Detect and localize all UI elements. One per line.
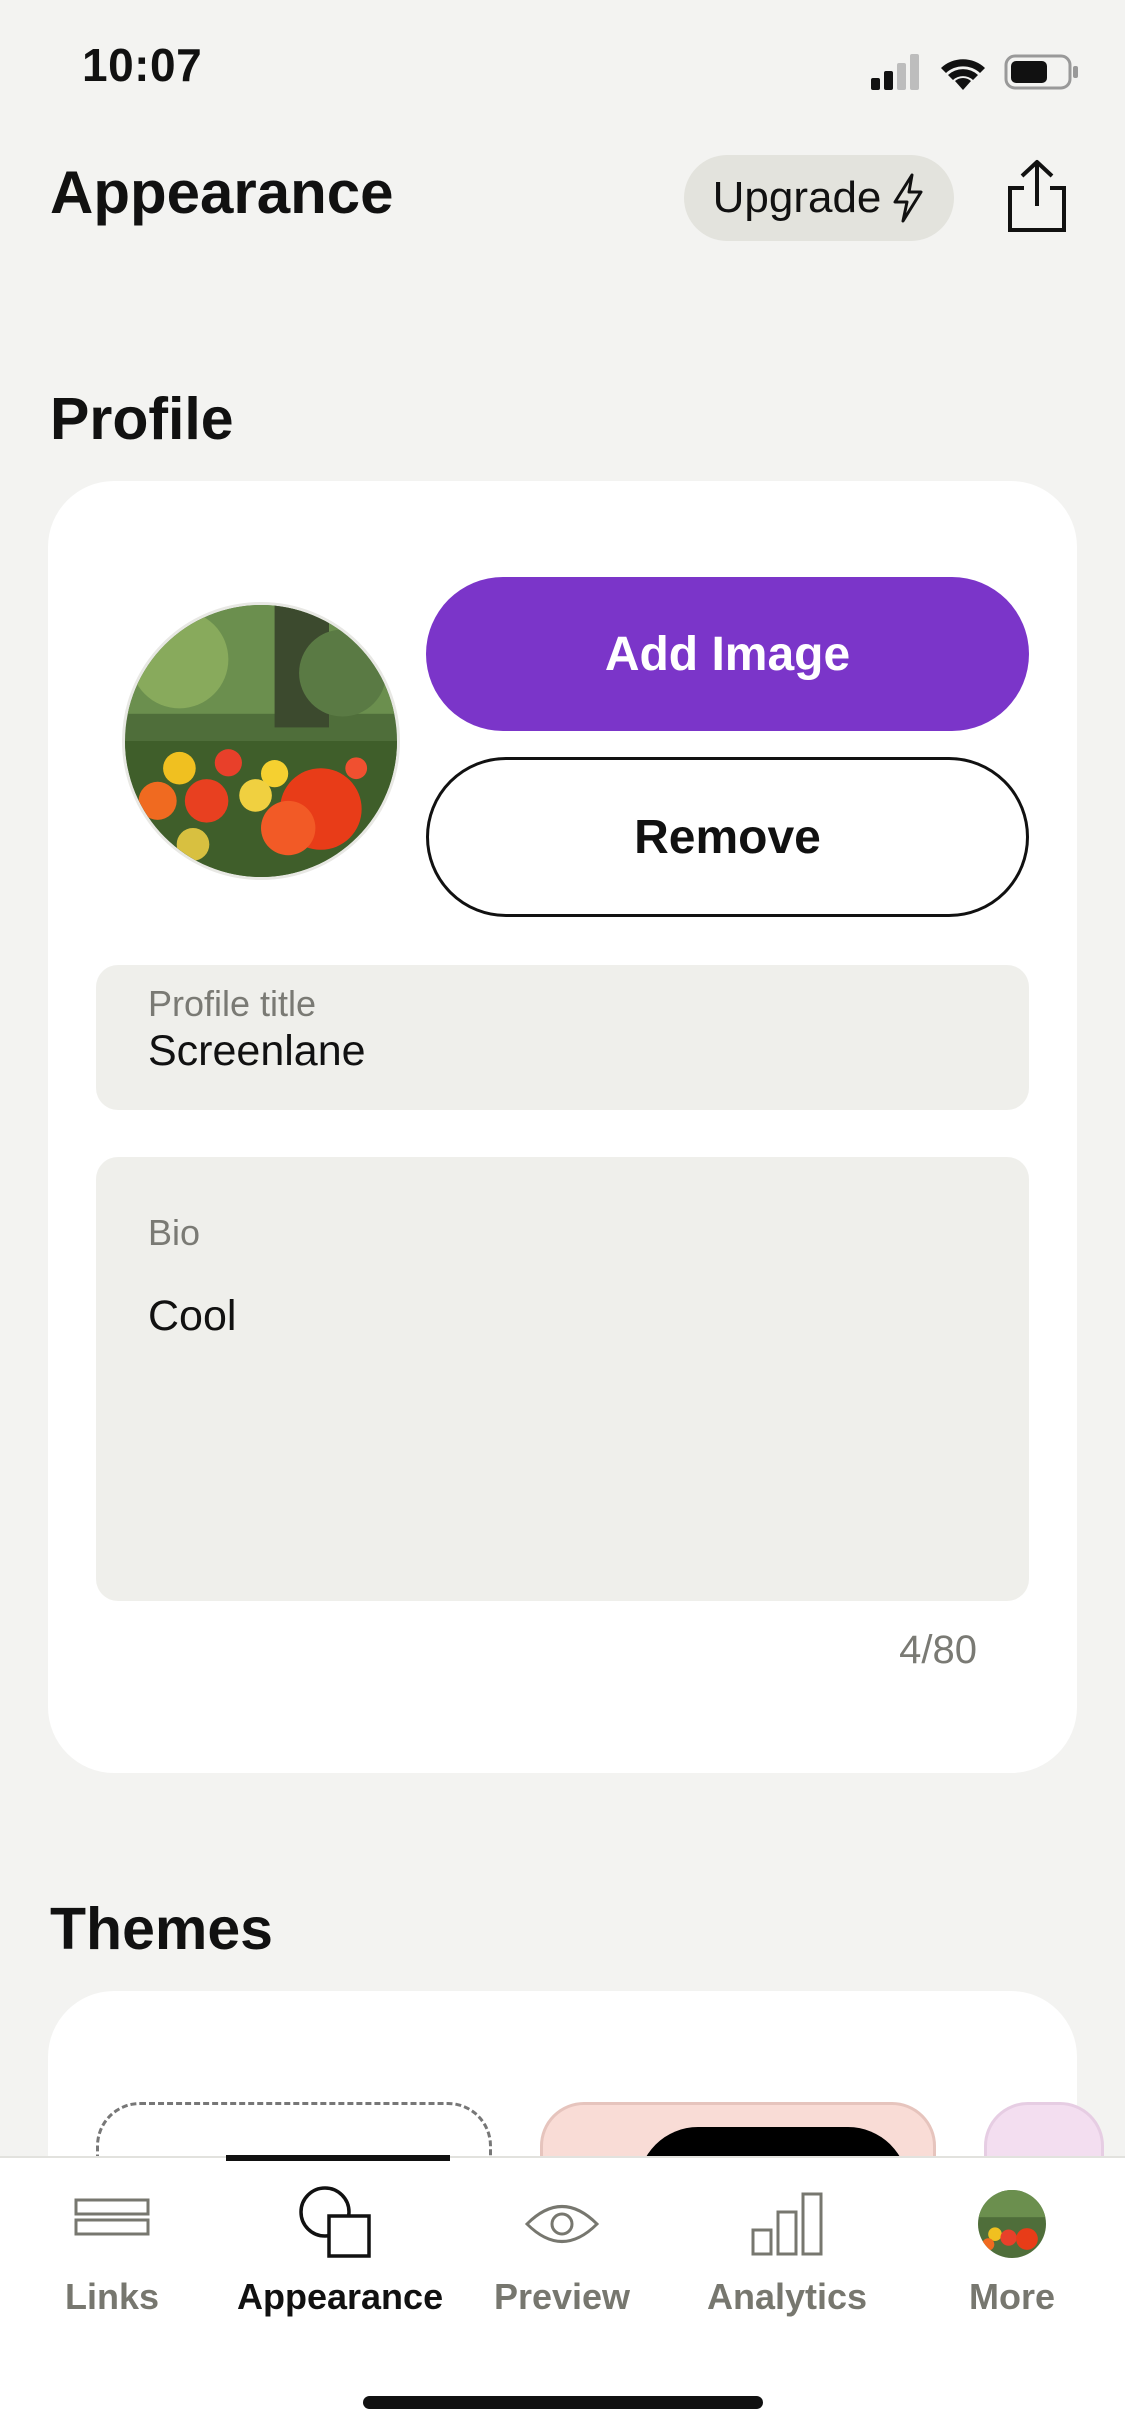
wifi-icon [941, 59, 985, 90]
profile-heading: Profile [50, 386, 234, 452]
bio-value[interactable]: Cool [148, 1292, 236, 1341]
status-icons [871, 54, 1078, 90]
tab-preview[interactable]: Preview [462, 2180, 662, 2318]
bio-character-counter: 4/80 [899, 1628, 977, 1672]
active-tab-indicator [226, 2155, 450, 2161]
tab-analytics[interactable]: Analytics [687, 2180, 887, 2318]
eye-icon [524, 2205, 600, 2243]
battery-icon [1004, 54, 1078, 90]
avatar [978, 2190, 1046, 2258]
add-image-button[interactable]: Add Image [426, 577, 1029, 731]
tab-links[interactable]: Links [12, 2180, 212, 2318]
profile-title-label: Profile title [148, 983, 317, 1024]
tab-more[interactable]: More [912, 2180, 1112, 2318]
profile-title-field[interactable]: Profile title Screenlane [96, 965, 1029, 1110]
appearance-icon [299, 2186, 371, 2258]
lightning-icon [893, 173, 923, 223]
bio-field[interactable]: Bio Cool [96, 1157, 1029, 1601]
tab-more-label: More [968, 2276, 1055, 2317]
tab-preview-label: Preview [493, 2276, 631, 2317]
home-indicator [363, 2396, 763, 2409]
remove-image-button[interactable]: Remove [426, 757, 1029, 917]
cellular-signal-icon [871, 54, 919, 90]
tab-appearance[interactable]: Appearance [237, 2180, 444, 2318]
themes-heading: Themes [50, 1896, 273, 1962]
page-title: Appearance [50, 159, 394, 226]
share-icon[interactable] [1004, 158, 1070, 234]
tab-links-label: Links [64, 2276, 160, 2317]
upgrade-button[interactable]: Upgrade [684, 155, 954, 241]
bar-chart-icon [751, 2192, 823, 2256]
links-icon [74, 2198, 150, 2236]
upgrade-label: Upgrade [712, 173, 882, 222]
profile-title-value[interactable]: Screenlane [148, 1027, 366, 1076]
status-time: 10:07 [82, 39, 203, 91]
tab-appearance-label: Appearance [237, 2276, 444, 2317]
bio-label: Bio [148, 1212, 201, 1253]
profile-avatar[interactable] [122, 602, 400, 880]
tab-analytics-label: Analytics [706, 2276, 868, 2317]
